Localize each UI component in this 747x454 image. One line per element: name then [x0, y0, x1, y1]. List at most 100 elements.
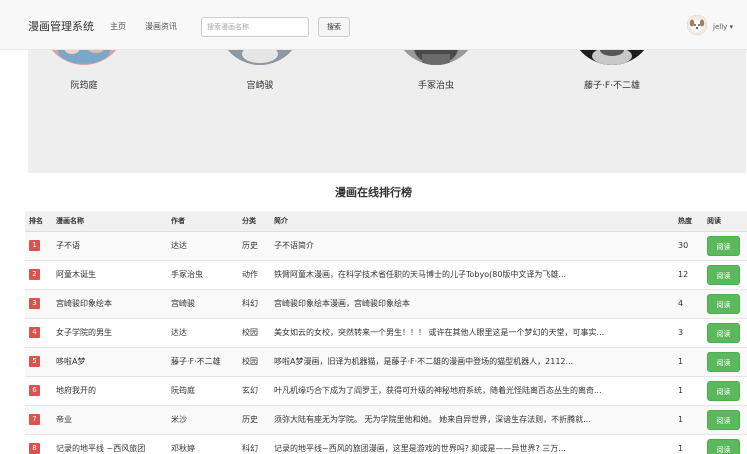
- read-button[interactable]: 阅读: [707, 293, 740, 314]
- comic-heat: 1: [674, 434, 703, 454]
- read-button[interactable]: 阅读: [707, 322, 740, 343]
- comic-intro: 叶凡机缘巧合下成为了阎罗王，获得可升级的神秘地府系统，随着光怪陆离百态丛生的离奇…: [270, 376, 674, 406]
- table-header-row: 排名 漫画名称 作者 分类 简介 热度 阅读: [25, 211, 747, 232]
- comic-heat: 12: [674, 260, 703, 290]
- rank-cell: 6: [25, 376, 52, 406]
- comic-author: 阮筠庭: [167, 376, 238, 406]
- comic-author: 邓秋婷: [167, 434, 238, 454]
- comic-intro: 记录的地平线~西风的旅团漫画，这里是游戏的世界吗? 抑或是——异世界? 三万..…: [270, 434, 674, 454]
- comic-heat: 1: [674, 376, 703, 406]
- header-category: 分类: [238, 211, 270, 232]
- comic-category: 校园: [238, 347, 270, 377]
- header-name: 漫画名称: [52, 211, 167, 232]
- rank-cell: 1: [25, 231, 52, 261]
- comic-author: 米沙: [167, 405, 238, 435]
- rank-badge: 7: [29, 414, 40, 425]
- read-button[interactable]: 阅读: [707, 409, 740, 430]
- read-button[interactable]: 阅读: [707, 235, 740, 256]
- header-heat: 热度: [674, 211, 703, 232]
- comic-category: 玄幻: [238, 376, 270, 406]
- read-cell: 阅读: [703, 376, 747, 406]
- comic-author: 达达: [167, 231, 238, 261]
- user-avatar[interactable]: [687, 15, 707, 35]
- table-row: 3 宫崎骏印象绘本 宫崎骏 科幻 宫崎骏印象绘本漫画，宫崎骏印象绘本 4 阅读: [25, 289, 747, 319]
- nav-home-link[interactable]: 主页: [110, 21, 126, 32]
- read-cell: 阅读: [703, 434, 747, 454]
- author-name: 宫崎骏: [246, 81, 274, 91]
- rank-badge: 2: [29, 269, 40, 280]
- author-name: 藤子·F·不二雄: [584, 81, 640, 91]
- comic-category: 校园: [238, 318, 270, 348]
- read-button[interactable]: 阅读: [707, 264, 740, 285]
- author-name: 手冢治虫: [417, 81, 454, 91]
- rank-cell: 3: [25, 289, 52, 319]
- brand-title[interactable]: 漫画管理系统: [28, 18, 94, 34]
- read-cell: 阅读: [703, 289, 747, 319]
- table-row: 2 阿童木诞生 手冢治虫 动作 铁臂阿童木漫画，在科学技术省任职的天马博士的儿子Toby…: [25, 260, 747, 290]
- comic-author: 藤子·F·不二雄: [167, 347, 238, 377]
- comic-name[interactable]: 宫崎骏印象绘本: [52, 289, 167, 319]
- comic-intro: 哆啦A梦漫画，旧译为机器猫，是藤子·F·不二雄的漫画中登场的猫型机器人，2112…: [270, 347, 674, 377]
- read-button[interactable]: 阅读: [707, 380, 740, 401]
- comic-heat: 1: [674, 405, 703, 435]
- header-intro: 简介: [270, 211, 674, 232]
- read-button[interactable]: 阅读: [707, 351, 740, 372]
- comic-category: 科幻: [238, 434, 270, 454]
- header-read: 阅读: [703, 211, 747, 232]
- comic-category: 历史: [238, 231, 270, 261]
- rank-badge: 4: [29, 327, 40, 338]
- ranking-table: 排名 漫画名称 作者 分类 简介 热度 阅读 1 子不语 达达 历史 子不语简介 30 阅读…: [25, 211, 747, 454]
- comic-name[interactable]: 帝业: [52, 405, 167, 435]
- comic-name[interactable]: 女子学院的男生: [52, 318, 167, 348]
- table-row: 6 地府我开的 阮筠庭 玄幻 叶凡机缘巧合下成为了阎罗王，获得可升级的神秘地府系统，随着…: [25, 376, 747, 406]
- comic-intro: 铁臂阿童木漫画，在科学技术省任职的天马博士的儿子Tobyo(80版中文译为飞雄.…: [270, 260, 674, 290]
- read-cell: 阅读: [703, 318, 747, 348]
- rank-cell: 8: [25, 434, 52, 454]
- read-cell: 阅读: [703, 260, 747, 290]
- comic-category: 动作: [238, 260, 270, 290]
- comic-heat: 4: [674, 289, 703, 319]
- read-cell: 阅读: [703, 231, 747, 261]
- comic-author: 达达: [167, 318, 238, 348]
- comic-name[interactable]: 子不语: [52, 231, 167, 261]
- comic-category: 历史: [238, 405, 270, 435]
- rank-badge: 1: [29, 240, 40, 251]
- table-row: 7 帝业 米沙 历史 须弥大陆有座无为学院。 无为学院里他和她。 她来自异世界，深谙生存…: [25, 405, 747, 435]
- rank-cell: 2: [25, 260, 52, 290]
- ranking-title: 漫画在线排行榜: [335, 186, 412, 199]
- navbar: 漫画管理系统 主页 漫画资讯 搜索 jelly ▾: [0, 0, 747, 50]
- comic-intro: 美女如云的女校，突然转来一个男生！！！ 或许在其他人眼里这是一个梦幻的天堂，可事…: [270, 318, 674, 348]
- author-banner: 阮筠庭 宫崎骏 手冢治虫 藤子·F·不二雄: [28, 10, 746, 173]
- search-button[interactable]: 搜索: [318, 17, 350, 37]
- comic-name[interactable]: 哆啦A梦: [52, 347, 167, 377]
- header-rank: 排名: [25, 211, 52, 232]
- comic-heat: 3: [674, 318, 703, 348]
- dog-avatar-icon: [687, 15, 707, 35]
- read-button[interactable]: 阅读: [707, 438, 740, 454]
- comic-heat: 30: [674, 231, 703, 261]
- table-row: 4 女子学院的男生 达达 校园 美女如云的女校，突然转来一个男生！！！ 或许在其他人眼里…: [25, 318, 747, 348]
- user-menu[interactable]: jelly ▾: [713, 23, 733, 31]
- nav-news-link[interactable]: 漫画资讯: [145, 21, 177, 32]
- comic-name[interactable]: 记录的地平线 ~西风旅团: [52, 434, 167, 454]
- comic-name[interactable]: 阿童木诞生: [52, 260, 167, 290]
- table-row: 8 记录的地平线 ~西风旅团 邓秋婷 科幻 记录的地平线~西风的旅团漫画，这里是游戏的世…: [25, 434, 747, 454]
- read-cell: 阅读: [703, 405, 747, 435]
- rank-badge: 3: [29, 298, 40, 309]
- rank-cell: 5: [25, 347, 52, 377]
- comic-intro: 须弥大陆有座无为学院。 无为学院里他和她。 她来自异世界，深谙生存法则，不折腾就…: [270, 405, 674, 435]
- rank-cell: 4: [25, 318, 52, 348]
- search-input[interactable]: [201, 17, 309, 37]
- comic-heat: 1: [674, 347, 703, 377]
- comic-author: 宫崎骏: [167, 289, 238, 319]
- comic-name[interactable]: 地府我开的: [52, 376, 167, 406]
- header-author: 作者: [167, 211, 238, 232]
- rank-badge: 6: [29, 385, 40, 396]
- author-name: 阮筠庭: [70, 81, 98, 91]
- rank-badge: 8: [29, 443, 40, 454]
- comic-category: 科幻: [238, 289, 270, 319]
- comic-intro: 子不语简介: [270, 231, 674, 261]
- table-row: 5 哆啦A梦 藤子·F·不二雄 校园 哆啦A梦漫画，旧译为机器猫，是藤子·F·不二雄的漫…: [25, 347, 747, 377]
- comic-intro: 宫崎骏印象绘本漫画，宫崎骏印象绘本: [270, 289, 674, 319]
- rank-badge: 5: [29, 356, 40, 367]
